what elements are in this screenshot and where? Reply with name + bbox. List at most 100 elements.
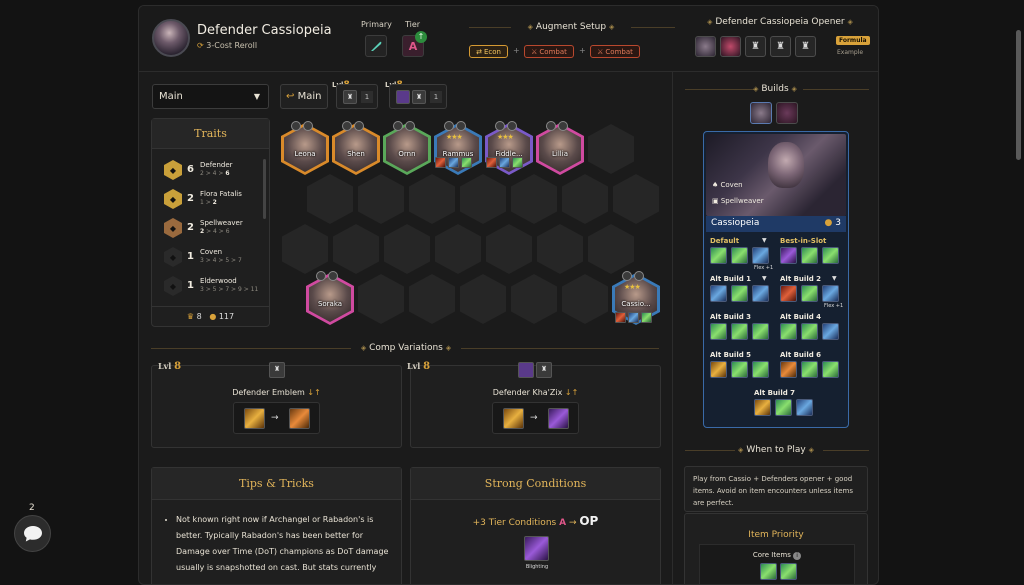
build-item[interactable] bbox=[731, 323, 748, 340]
build-set-label[interactable]: Alt Build 5 bbox=[710, 351, 751, 359]
traits-scrollbar[interactable] bbox=[263, 159, 266, 219]
build-item[interactable] bbox=[801, 361, 818, 378]
build-item[interactable] bbox=[754, 399, 771, 416]
build-set-label[interactable]: Default bbox=[710, 237, 739, 245]
build-select-cassiopeia[interactable] bbox=[750, 102, 772, 124]
core-item-2[interactable] bbox=[780, 563, 797, 580]
board-hex[interactable] bbox=[460, 274, 506, 324]
caret-down-icon[interactable]: ▼ bbox=[832, 275, 837, 282]
formula-badge[interactable]: Formula bbox=[836, 36, 870, 45]
build-set-label[interactable]: Alt Build 4 bbox=[780, 313, 821, 321]
build-item[interactable] bbox=[801, 323, 818, 340]
build-item[interactable] bbox=[775, 399, 792, 416]
board-hex[interactable] bbox=[333, 224, 379, 274]
board-hex[interactable] bbox=[358, 274, 404, 324]
trait-row-elderwood[interactable]: ◆ 1 Elderwood 3 > 5 > 7 > 9 > 11 bbox=[164, 275, 260, 297]
variation-defender-emblem[interactable]: Lvl 8 ♜ Defender Emblem ↓↑ → bbox=[151, 361, 402, 448]
opener-cassiopeia[interactable] bbox=[695, 36, 716, 57]
page-scrollbar[interactable] bbox=[1016, 30, 1021, 160]
build-item[interactable] bbox=[780, 247, 797, 264]
build-item[interactable] bbox=[731, 285, 748, 302]
trait-row-coven[interactable]: ◆ 1 Coven 3 > 4 > 5 > 7 bbox=[164, 246, 260, 268]
build-item[interactable] bbox=[780, 285, 797, 302]
build-item[interactable] bbox=[752, 323, 769, 340]
augment-econ[interactable]: ⇄ Econ bbox=[469, 45, 508, 58]
caret-down-icon[interactable]: ▼ bbox=[762, 237, 767, 244]
opener-defender-3[interactable]: ♜ bbox=[795, 36, 816, 57]
board-hex[interactable] bbox=[409, 274, 455, 324]
board-hex[interactable] bbox=[460, 174, 506, 224]
level-8-board-button[interactable]: ♜ 1 bbox=[336, 84, 378, 109]
build-set-label[interactable]: Alt Build 2 bbox=[780, 275, 821, 283]
build-set-label[interactable]: Alt Build 7 bbox=[754, 389, 795, 397]
board-hex[interactable] bbox=[562, 274, 608, 324]
build-item[interactable] bbox=[710, 361, 727, 378]
core-item-1[interactable] bbox=[760, 563, 777, 580]
build-item[interactable] bbox=[710, 247, 727, 264]
blighting-augment-icon[interactable] bbox=[524, 536, 549, 561]
board-hex[interactable] bbox=[588, 224, 634, 274]
build-set-label[interactable]: Alt Build 3 bbox=[710, 313, 751, 321]
primary-item-button[interactable] bbox=[365, 35, 387, 57]
build-item[interactable] bbox=[752, 361, 769, 378]
build-item[interactable] bbox=[731, 247, 748, 264]
augment-combat-2[interactable]: ⚔ Combat bbox=[590, 45, 640, 58]
build-item[interactable] bbox=[796, 399, 813, 416]
build-item[interactable] bbox=[710, 323, 727, 340]
build-item[interactable] bbox=[780, 323, 797, 340]
build-item[interactable] bbox=[822, 361, 839, 378]
build-select-other[interactable] bbox=[776, 102, 798, 124]
trait-row-flora-fatalis[interactable]: ◆ 2 Flora Fatalis 1 > 2 bbox=[164, 188, 260, 210]
level-8-variant-button[interactable]: ♜ 1 bbox=[389, 84, 447, 109]
board-hex[interactable] bbox=[384, 224, 430, 274]
build-item[interactable] bbox=[752, 247, 769, 264]
champion-leona[interactable] bbox=[281, 123, 329, 175]
board-select[interactable]: Main ▼ bbox=[152, 84, 269, 109]
champion-item[interactable] bbox=[628, 312, 639, 323]
champion-ornn[interactable] bbox=[383, 123, 431, 175]
board-hex[interactable] bbox=[511, 174, 557, 224]
build-item[interactable] bbox=[752, 285, 769, 302]
champion-item[interactable] bbox=[486, 157, 497, 168]
board-hex[interactable] bbox=[511, 274, 557, 324]
chat-button[interactable] bbox=[14, 515, 51, 552]
build-item[interactable] bbox=[822, 285, 839, 302]
board-hex[interactable] bbox=[358, 174, 404, 224]
board-hex[interactable] bbox=[537, 224, 583, 274]
board-hex[interactable] bbox=[562, 174, 608, 224]
build-set-label[interactable]: Alt Build 6 bbox=[780, 351, 821, 359]
main-board-button[interactable]: ↩ Main bbox=[280, 84, 328, 109]
build-set-label[interactable]: Alt Build 1 bbox=[710, 275, 751, 283]
info-icon[interactable]: i bbox=[793, 552, 802, 560]
trait-row-spellweaver[interactable]: ◆ 2 Spellweaver 2 > 4 > 6 bbox=[164, 217, 260, 239]
board-hex[interactable] bbox=[588, 124, 634, 174]
champion-item[interactable] bbox=[448, 157, 459, 168]
trait-row-defender[interactable]: ◆ 6 Defender 2 > 4 > 6 bbox=[164, 159, 260, 181]
build-item[interactable] bbox=[780, 361, 797, 378]
caret-down-icon[interactable]: ▼ bbox=[762, 275, 767, 282]
champion-item[interactable] bbox=[461, 157, 472, 168]
champion-item[interactable] bbox=[512, 157, 523, 168]
augment-combat-1[interactable]: ⚔ Combat bbox=[524, 45, 574, 58]
champion-soraka[interactable] bbox=[306, 273, 354, 325]
build-item[interactable] bbox=[731, 361, 748, 378]
build-item[interactable] bbox=[710, 285, 727, 302]
board-hex[interactable] bbox=[613, 174, 659, 224]
build-item[interactable] bbox=[822, 323, 839, 340]
build-item[interactable] bbox=[822, 247, 839, 264]
champion-shen[interactable] bbox=[332, 123, 380, 175]
champion-lillia[interactable] bbox=[536, 123, 584, 175]
board-hex[interactable] bbox=[409, 174, 455, 224]
board-hex[interactable] bbox=[282, 224, 328, 274]
build-set-label[interactable]: Best-in-Slot bbox=[780, 237, 826, 245]
variation-defender-khazix[interactable]: Lvl 8 ♜ Defender Kha'Zix ↓↑ → bbox=[407, 361, 661, 448]
board-hex[interactable] bbox=[435, 224, 481, 274]
opener-defender-2[interactable]: ♜ bbox=[770, 36, 791, 57]
champion-item[interactable] bbox=[615, 312, 626, 323]
board-hex[interactable] bbox=[307, 174, 353, 224]
board-hex[interactable] bbox=[486, 224, 532, 274]
build-item[interactable] bbox=[801, 285, 818, 302]
champion-item[interactable] bbox=[435, 157, 446, 168]
build-item[interactable] bbox=[801, 247, 818, 264]
opener-defender-1[interactable]: ♜ bbox=[745, 36, 766, 57]
